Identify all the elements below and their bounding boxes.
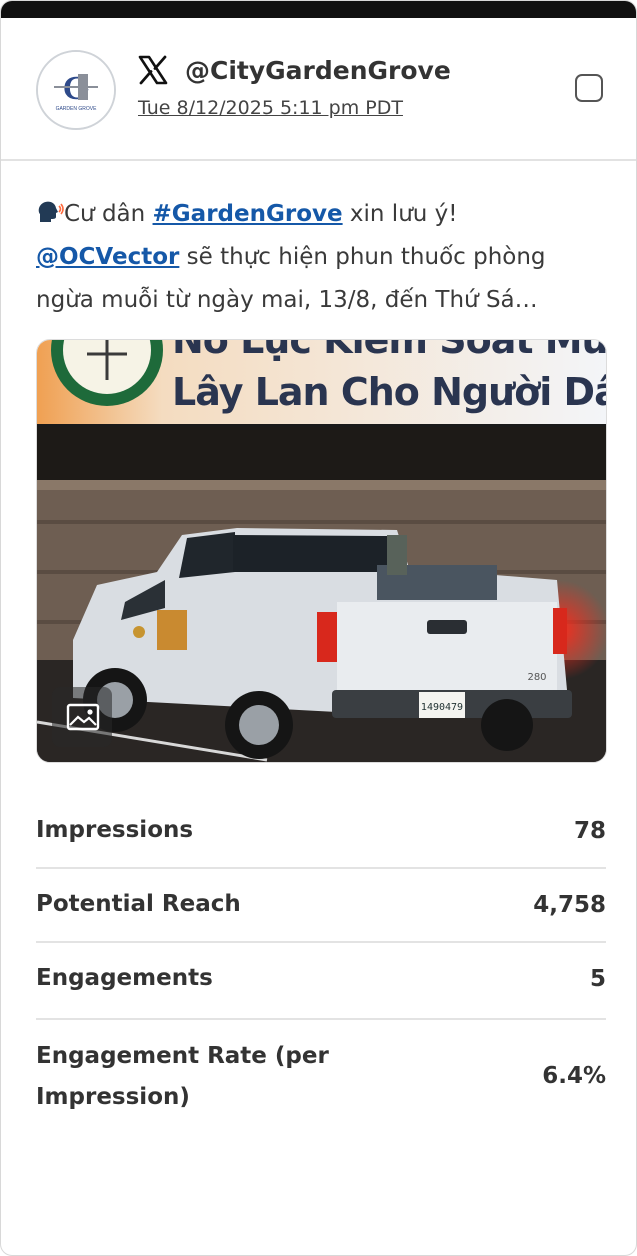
- speaking-head-icon: [38, 201, 64, 222]
- avatar-logo-text: GARDEN GROVE: [56, 106, 98, 112]
- post-text-part3: sẽ thực hiện phun thuốc phòng: [179, 244, 546, 270]
- stat-row-engagement-rate: Engagement Rate (per Impression) 6.4%: [36, 1020, 606, 1130]
- stat-value: 5: [589, 966, 606, 992]
- post-media-image[interactable]: 1490479 280 Nỗ Lực Kiểm Soát Muỗi Lây La…: [36, 339, 607, 763]
- stat-label-line1: Engagement Rate (per: [36, 1043, 329, 1069]
- top-bar: [1, 1, 636, 18]
- post-header: G GARDEN GROVE @CityGardenGrove Tue 8/12…: [1, 18, 636, 161]
- stat-value: 4,758: [533, 892, 606, 918]
- stat-value: 78: [573, 818, 606, 844]
- stat-label-line2: Impression): [36, 1084, 190, 1110]
- stat-label: Engagements: [36, 965, 213, 991]
- post-text-line3: ngừa muỗi từ ngày mai, 13/8, đến Thứ Sá…: [36, 287, 538, 313]
- banner-line2: Lây Lan Cho Người Dân: [172, 370, 607, 414]
- post-text: Cư dân #GardenGrove xin lưu ý! @OCVector…: [36, 193, 606, 322]
- license-plate-text: 1490479: [421, 702, 463, 713]
- stat-row-potential-reach: Potential Reach 4,758: [36, 869, 606, 943]
- stat-row-engagements: Engagements 5: [36, 943, 606, 1020]
- truck-badge-text: 280: [527, 672, 546, 683]
- account-handle[interactable]: @CityGardenGrove: [185, 56, 451, 85]
- post-card: G GARDEN GROVE @CityGardenGrove Tue 8/12…: [0, 0, 637, 1256]
- garden-grove-logo: G GARDEN GROVE: [38, 52, 114, 128]
- banner-line1: Nỗ Lực Kiểm Soát Muỗi: [172, 339, 607, 362]
- stats-table: Impressions 78 Potential Reach 4,758 Eng…: [36, 794, 606, 1130]
- post-text-part1: Cư dân: [64, 201, 153, 227]
- image-indicator-icon: [52, 687, 112, 747]
- post-text-part2: xin lưu ý!: [342, 201, 458, 227]
- select-checkbox[interactable]: [575, 74, 603, 102]
- stat-value: 6.4%: [542, 1063, 606, 1089]
- stat-row-impressions: Impressions 78: [36, 794, 606, 869]
- stat-label: Potential Reach: [36, 891, 241, 917]
- hashtag-link[interactable]: #GardenGrove: [153, 201, 343, 227]
- post-timestamp-link[interactable]: Tue 8/12/2025 5:11 pm PDT: [138, 97, 403, 119]
- stat-label: Impressions: [36, 817, 194, 843]
- x-logo-icon: [138, 55, 168, 85]
- avatar[interactable]: G GARDEN GROVE: [36, 50, 116, 130]
- mention-link[interactable]: @OCVector: [36, 244, 179, 270]
